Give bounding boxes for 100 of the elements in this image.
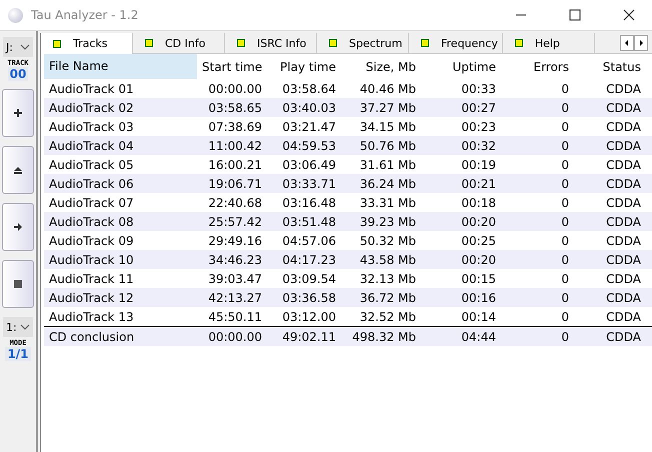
arrow-right-icon: [13, 222, 23, 232]
table-cell-text: CDDA: [605, 82, 642, 96]
table-cell-text: AudioTrack 12: [48, 290, 135, 304]
stop-button[interactable]: [2, 260, 34, 308]
table-cell-text: 0: [560, 310, 570, 324]
table-cell-text: 11:00.42: [207, 138, 263, 152]
table-cell-text: 22:40.68: [207, 196, 263, 210]
column-header[interactable]: Play time: [267, 60, 341, 74]
tab[interactable]: Help: [502, 33, 595, 53]
table-cell-text: CDDA: [605, 138, 642, 152]
table-cell-text: 16:00.21: [207, 158, 263, 172]
tab[interactable]: Frequency: [409, 33, 503, 53]
scroll-left-icon[interactable]: [620, 35, 634, 51]
tab[interactable]: ISRC Info: [225, 33, 317, 53]
table-cell-text: 00:00.00: [207, 330, 263, 344]
table-cell-text: 03:06.49: [281, 158, 337, 172]
flag-icon: [329, 39, 337, 47]
table-cell-text: 37.27 Mb: [358, 100, 417, 114]
flag-icon: [237, 39, 245, 47]
table-cell-text: 50.32 Mb: [358, 234, 417, 248]
table-cell-text: AudioTrack 07: [48, 196, 135, 210]
column-header[interactable]: Status: [574, 60, 646, 74]
table-cell-text: 00:00.00: [207, 82, 263, 96]
table-cell-text: AudioTrack 08: [48, 214, 135, 228]
table-cell-text: AudioTrack 09: [48, 234, 135, 248]
table-cell-text: 03:40.03: [281, 100, 337, 114]
tab[interactable]: Spectrum: [317, 33, 409, 53]
table-cell-text: CDDA: [605, 310, 642, 324]
table-cell-text: AudioTrack 01: [48, 82, 135, 96]
chevron-down-icon: [20, 44, 30, 50]
table-cell-text: 0: [560, 272, 570, 286]
maximize-icon[interactable]: [569, 9, 581, 21]
table-cell-text: AudioTrack 06: [48, 176, 135, 190]
table-cell-text: 36.24 Mb: [358, 176, 417, 190]
table-cell-text: AudioTrack 04: [48, 138, 135, 152]
table-cell-text: CDDA: [605, 214, 642, 228]
table-cell-text: 32.52 Mb: [358, 310, 417, 324]
table-cell-text: CDDA: [605, 290, 642, 304]
table-cell-text: 03:12.00: [281, 310, 337, 324]
table-cell-text: 00:27: [460, 100, 497, 114]
tab[interactable]: Tracks: [41, 33, 133, 54]
table-cell-text: 04:17.23: [281, 252, 337, 266]
table-cell-text: 39.23 Mb: [358, 214, 417, 228]
table-cell-text: 00:20: [460, 252, 497, 266]
tab[interactable]: CD Info: [133, 33, 225, 53]
table-cell-text: 00:33: [460, 82, 497, 96]
table-cell-text: CDDA: [605, 196, 642, 210]
table-cell-text: AudioTrack 10: [48, 252, 135, 266]
column-header[interactable]: File Name: [44, 54, 197, 79]
table-cell-text: AudioTrack 11: [48, 272, 135, 286]
table-cell-text: 0: [560, 158, 570, 172]
window-title: Tau Analyzer - 1.2: [31, 8, 138, 22]
eject-button[interactable]: [2, 146, 34, 194]
chevron-down-icon: [20, 324, 30, 330]
table-cell-text: 0: [560, 82, 570, 96]
close-icon[interactable]: [623, 9, 635, 21]
column-header[interactable]: Uptime: [421, 60, 501, 74]
table-cell-text: 0: [560, 196, 570, 210]
table-cell-text: 00:14: [460, 310, 497, 324]
table-cell-text: AudioTrack 03: [48, 120, 135, 134]
table-cell-text: 04:44: [460, 330, 497, 344]
table-cell-text: 00:20: [460, 214, 497, 228]
table-cell-text: CDDA: [605, 100, 642, 114]
flag-icon: [145, 39, 153, 47]
flag-icon: [53, 40, 61, 48]
table-cell-text: 00:15: [460, 272, 497, 286]
column-header[interactable]: Start time: [197, 60, 267, 74]
table-cell-text: 0: [560, 290, 570, 304]
table-cell-text: 25:57.42: [207, 214, 263, 228]
table-cell-text: 07:38.69: [207, 120, 263, 134]
stop-icon: [13, 279, 23, 289]
track-number: 00: [8, 67, 28, 81]
table-cell-text: 34:46.23: [207, 252, 263, 266]
table-cell-text: CD conclusion: [48, 330, 136, 344]
table-cell-text: 45:50.11: [207, 310, 263, 324]
drive-select[interactable]: J:: [3, 37, 33, 57]
table-cell-text: 0: [560, 138, 570, 152]
table-cell-text: 04:59.53: [281, 138, 337, 152]
table-cell-text: 00:19: [460, 158, 497, 172]
table-cell-text: AudioTrack 05: [48, 158, 135, 172]
table-cell-text: 43.58 Mb: [358, 252, 417, 266]
mode-value: 1/1: [5, 347, 31, 361]
table-cell-text: 03:16.48: [281, 196, 337, 210]
table-cell-text: 498.32 Mb: [351, 330, 417, 344]
scroll-right-icon[interactable]: [634, 35, 648, 51]
table-cell-text: CDDA: [605, 176, 642, 190]
table-cell-text: 00:25: [460, 234, 497, 248]
table-cell-text: 40.46 Mb: [358, 82, 417, 96]
table-cell-text: 31.61 Mb: [358, 158, 417, 172]
table-cell-text: 03:33.71: [281, 176, 337, 190]
column-header[interactable]: Size, Mb: [341, 60, 421, 74]
table-cell-text: 42:13.27: [207, 290, 263, 304]
mode-select[interactable]: 1:: [3, 317, 33, 337]
table-cell-text: 0: [560, 120, 570, 134]
table-cell-text: 50.76 Mb: [358, 138, 417, 152]
table-cell-text: 0: [560, 252, 570, 266]
table-cell-text: 03:09.54: [281, 272, 337, 286]
table-cell-text: CDDA: [605, 120, 642, 134]
column-header[interactable]: Errors: [501, 60, 574, 74]
table-cell-text: 34.15 Mb: [358, 120, 417, 134]
